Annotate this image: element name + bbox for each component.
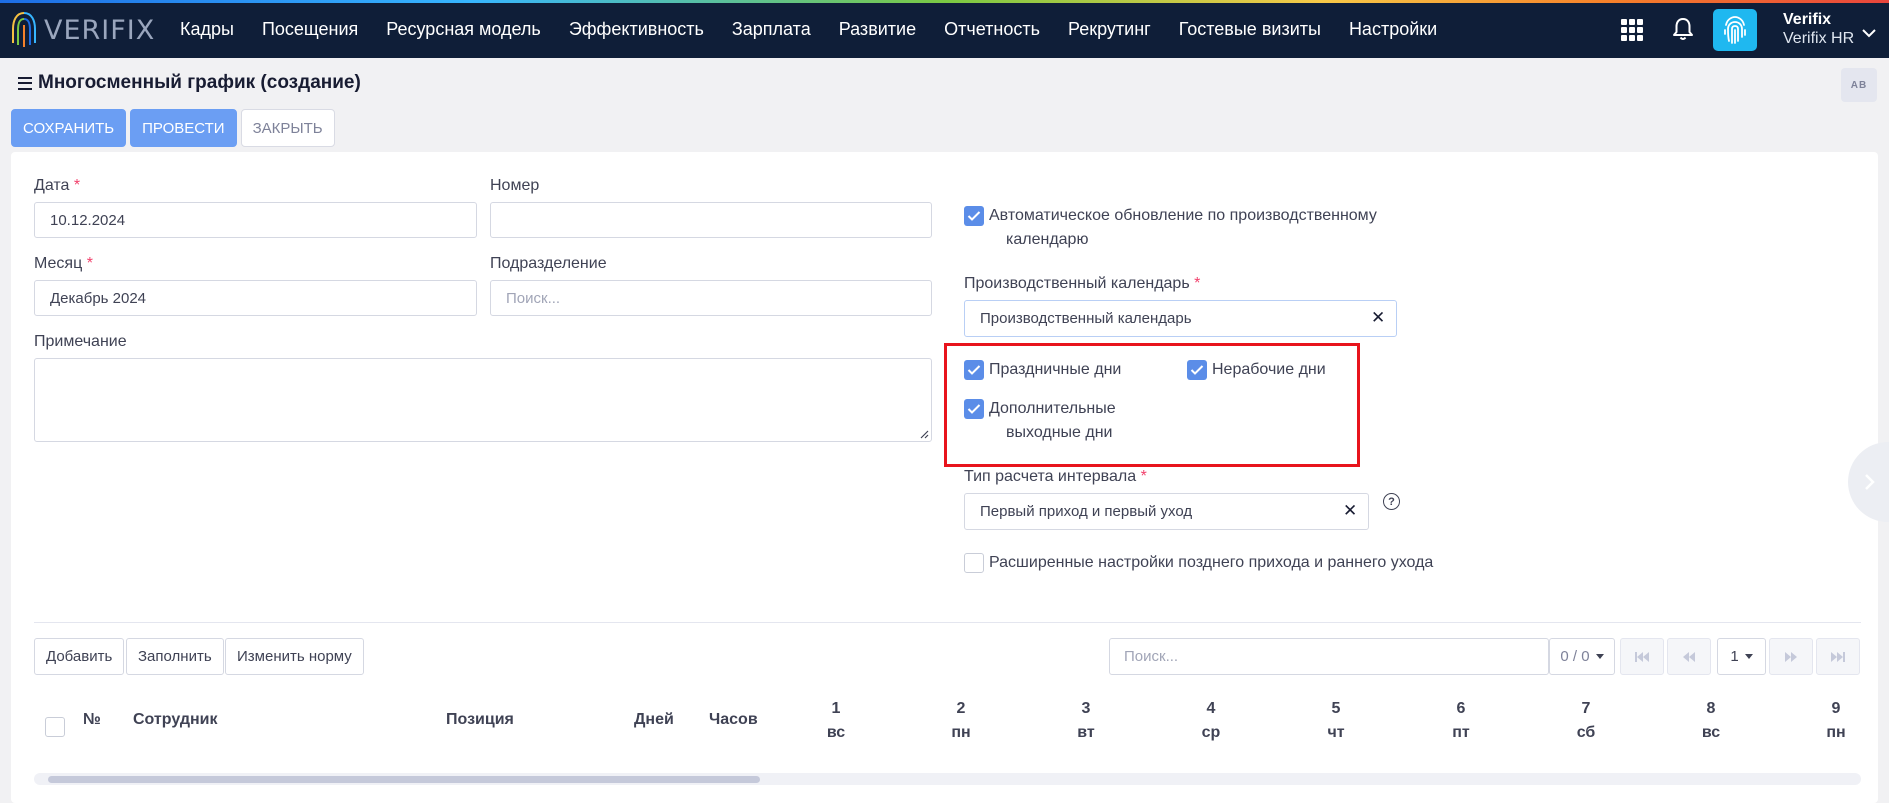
column-day-8[interactable]: 8 вс — [1691, 697, 1731, 745]
nav-item-salary[interactable]: Зарплата — [732, 19, 811, 40]
auto-update-checkbox[interactable] — [964, 206, 984, 226]
check-icon — [967, 404, 981, 414]
add-button[interactable]: Добавить — [34, 638, 125, 675]
date-input[interactable]: 10.12.2024 — [34, 202, 477, 238]
nav-item-guest-visits[interactable]: Гостевые визиты — [1179, 19, 1321, 40]
post-button[interactable]: ПРОВЕСТИ — [130, 109, 237, 147]
close-button[interactable]: ЗАКРЫТЬ — [240, 109, 335, 147]
prev-page-icon — [1683, 651, 1695, 662]
help-icon[interactable]: ? — [1383, 493, 1400, 510]
division-label: Подразделение — [490, 255, 607, 272]
nav-item-efficiency[interactable]: Эффективность — [569, 19, 704, 40]
toolbar: СОХРАНИТЬ ПРОВЕСТИ ЗАКРЫТЬ — [11, 109, 339, 147]
nav-item-development[interactable]: Развитие — [839, 19, 916, 40]
main-nav: Кадры Посещения Ресурсная модель Эффекти… — [166, 0, 1451, 58]
division-search-input[interactable]: Поиск... — [490, 280, 932, 316]
column-day-3[interactable]: 3 вт — [1066, 697, 1106, 745]
nav-item-settings[interactable]: Настройки — [1349, 19, 1437, 40]
bell-icon[interactable] — [1672, 17, 1694, 41]
page-title-text: Многосменный график (создание) — [38, 72, 361, 93]
fingerprint-icon — [1724, 16, 1746, 44]
column-day-2[interactable]: 2 пн — [941, 697, 981, 745]
holidays-checkbox[interactable] — [964, 360, 984, 380]
chevron-right-icon — [1865, 474, 1875, 490]
interval-type-select[interactable]: Первый приход и первый уход — [964, 493, 1369, 530]
next-page-icon — [1785, 651, 1797, 662]
apps-grid-icon[interactable] — [1621, 19, 1643, 41]
scrollbar-thumb[interactable] — [48, 776, 760, 783]
fingerprint-logo-icon — [12, 12, 36, 47]
auto-update-label: Автоматическое обновление по производств… — [989, 207, 1377, 248]
column-employee[interactable]: Сотрудник — [133, 711, 218, 729]
prod-calendar-label: Производственный календарь * — [964, 275, 1201, 292]
nonworking-days-label: Нерабочие дни — [1212, 361, 1326, 378]
first-page-button[interactable] — [1620, 638, 1664, 675]
caret-down-icon — [1595, 654, 1604, 659]
note-label: Примечание — [34, 333, 127, 350]
nav-item-resource-model[interactable]: Ресурсная модель — [386, 19, 541, 40]
section-divider — [34, 622, 1861, 623]
check-icon — [967, 365, 981, 375]
chevron-down-icon[interactable] — [1862, 28, 1876, 38]
logo-text: VERIFIX — [44, 14, 156, 46]
caret-down-icon — [1744, 654, 1753, 659]
clear-interval-type-icon[interactable]: ✕ — [1343, 501, 1357, 521]
page-title: Многосменный график (создание) — [18, 72, 361, 94]
holidays-label: Праздничные дни — [989, 361, 1122, 378]
last-page-button[interactable] — [1816, 638, 1860, 675]
column-day-7[interactable]: 7 сб — [1566, 697, 1606, 745]
advanced-late-label: Расширенные настройки позднего прихода и… — [989, 554, 1434, 571]
last-page-icon — [1831, 651, 1845, 662]
page-number-dropdown[interactable]: 1 — [1717, 638, 1766, 675]
column-day-6[interactable]: 6 пт — [1441, 697, 1481, 745]
column-number[interactable]: № — [83, 711, 101, 729]
user-org: Verifix HR — [1783, 30, 1855, 47]
first-page-icon — [1635, 651, 1649, 662]
check-icon — [967, 211, 981, 221]
save-button[interactable]: СОХРАНИТЬ — [11, 109, 127, 147]
next-page-button[interactable] — [1769, 638, 1813, 675]
column-hours[interactable]: Часов — [709, 711, 758, 729]
column-day-4[interactable]: 4 ср — [1191, 697, 1231, 745]
resize-handle-icon[interactable] — [919, 429, 929, 439]
prod-calendar-select[interactable]: Производственный календарь — [964, 300, 1397, 337]
advanced-late-checkbox[interactable] — [964, 553, 984, 573]
nav-item-reports[interactable]: Отчетность — [944, 19, 1040, 40]
nonworking-days-checkbox[interactable] — [1187, 360, 1207, 380]
nav-item-recruiting[interactable]: Рекрутинг — [1068, 19, 1151, 40]
extra-days-off-label: Дополнительные выходные дни — [989, 400, 1116, 441]
user-menu[interactable]: Verifix Verifix HR — [1783, 11, 1854, 48]
fill-button[interactable]: Заполнить — [126, 638, 224, 675]
column-day-1[interactable]: 1 вс — [816, 697, 856, 745]
keyboard-layout-icon: AB — [1850, 79, 1868, 91]
date-label: Дата * — [34, 177, 81, 194]
number-input[interactable] — [490, 202, 932, 238]
avatar[interactable] — [1713, 9, 1757, 51]
user-name: Verifix — [1783, 11, 1832, 28]
nav-item-attendance[interactable]: Посещения — [262, 19, 358, 40]
month-input[interactable]: Декабрь 2024 — [34, 280, 477, 316]
extra-days-off-checkbox[interactable] — [964, 399, 984, 419]
number-label: Номер — [490, 177, 540, 194]
keyboard-layout-button[interactable]: AB — [1841, 68, 1877, 102]
note-textarea[interactable] — [34, 358, 932, 442]
change-norm-button[interactable]: Изменить норму — [225, 638, 364, 675]
top-navbar: VERIFIX Кадры Посещения Ресурсная модель… — [0, 0, 1889, 58]
column-day-5[interactable]: 5 чт — [1316, 697, 1356, 745]
grid-search-input[interactable]: Поиск... — [1109, 638, 1549, 675]
prev-page-button[interactable] — [1667, 638, 1711, 675]
logo[interactable]: VERIFIX — [10, 8, 155, 52]
column-position[interactable]: Позиция — [446, 711, 514, 729]
interval-type-label: Тип расчета интервала * — [964, 468, 1147, 485]
nav-item-kadry[interactable]: Кадры — [180, 19, 234, 40]
hamburger-menu-icon[interactable] — [18, 76, 32, 90]
check-icon — [1190, 365, 1204, 375]
column-days[interactable]: Дней — [634, 711, 674, 729]
clear-prod-calendar-icon[interactable]: ✕ — [1371, 308, 1385, 328]
horizontal-scrollbar[interactable] — [34, 773, 1861, 785]
column-day-9[interactable]: 9 пн — [1816, 697, 1856, 745]
month-label: Месяц * — [34, 255, 93, 272]
record-count-dropdown[interactable]: 0 / 0 — [1549, 638, 1615, 675]
select-all-checkbox[interactable] — [45, 717, 65, 737]
